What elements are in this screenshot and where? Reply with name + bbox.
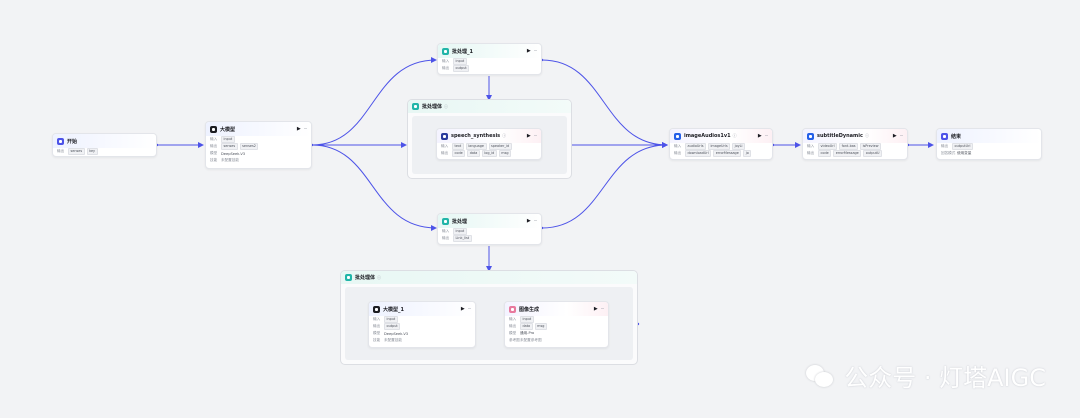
model-row: 模型 DeepSeek-V3 xyxy=(210,151,246,156)
batch-icon xyxy=(442,47,449,55)
node-title: speech_synthesis xyxy=(451,133,501,139)
output-row: 输出 senses senses2 xyxy=(206,143,311,150)
node-header: 大模型 ▶ ··· xyxy=(206,122,311,136)
run-icon[interactable]: ▶ xyxy=(461,306,465,312)
info-icon[interactable]: ⓘ xyxy=(865,133,869,139)
watermark: 公众号 · 灯塔AIGC xyxy=(806,358,1046,393)
node-speech-synthesis[interactable]: speech_synthesis ⓘ ▶ ··· 输入 text languag… xyxy=(436,128,542,160)
info-icon[interactable]: ⓘ xyxy=(733,133,737,139)
more-icon[interactable]: ··· xyxy=(534,48,538,54)
mode-row: 回答模式 使用变量 xyxy=(941,151,972,155)
node-header: imageAudios1v1 ⓘ ▶ ··· xyxy=(670,129,772,143)
start-icon xyxy=(57,137,64,145)
group-header: 批处理体 ⓘ xyxy=(408,100,571,113)
node-header: 图像生成 ▶ ··· xyxy=(505,302,608,316)
node-title: 结束 xyxy=(951,133,962,140)
skill-row: 技能 未配置技能 xyxy=(210,158,239,162)
run-icon[interactable]: ▶ xyxy=(527,133,531,139)
input-row: 输入 videoUrl font-bas isPreview xyxy=(803,143,907,150)
node-header: speech_synthesis ⓘ ▶ ··· xyxy=(437,129,541,143)
node-header: 大模型_1 ▶ ··· xyxy=(369,302,475,316)
batch-icon xyxy=(412,103,419,110)
node-header: 结束 xyxy=(937,129,1041,143)
node-header: 批处理 ▶ ··· xyxy=(438,214,541,228)
output-row: 输出 data msg xyxy=(505,323,608,330)
model-value: DeepSeek-V3 xyxy=(221,151,246,156)
node-title: 大模型 xyxy=(220,126,236,133)
node-title: 图像生成 xyxy=(519,306,540,313)
input-row: 输入 input xyxy=(438,228,541,235)
node-title: 批处理_1 xyxy=(452,48,473,55)
run-icon[interactable]: ▶ xyxy=(527,48,531,54)
group-title: 批处理体 xyxy=(422,104,443,110)
output-row: 输出 downloadUrl errorMessage jo xyxy=(670,150,772,157)
node-start[interactable]: 开始 输出 senses key xyxy=(52,133,157,157)
input-row: 输入 input xyxy=(369,316,475,323)
output-row: 输出 code data log_id msg xyxy=(437,150,541,157)
more-icon[interactable]: ··· xyxy=(900,133,904,139)
info-icon[interactable]: ⓘ xyxy=(502,133,506,139)
group-header: 批处理体 ⓘ xyxy=(341,271,637,284)
more-icon[interactable]: ··· xyxy=(765,133,769,139)
input-row: 输入 input xyxy=(505,316,608,323)
node-llm-1[interactable]: 大模型_1 ▶ ··· 输入 input 输出 output 模型 DeepSe… xyxy=(368,301,476,348)
watermark-text: 公众号 · 灯塔AIGC xyxy=(844,364,1046,392)
llm-icon xyxy=(373,305,380,313)
node-image-audios[interactable]: imageAudios1v1 ⓘ ▶ ··· 输入 audioUrls imag… xyxy=(669,128,773,160)
output-row: 输出 output xyxy=(369,323,475,330)
param-tag: senses xyxy=(68,148,85,155)
image-icon xyxy=(509,305,516,313)
node-header: subtitleDynamic ⓘ ▶ ··· xyxy=(803,129,907,143)
more-icon[interactable]: ··· xyxy=(601,306,605,312)
run-icon[interactable]: ▶ xyxy=(297,126,301,132)
more-icon[interactable]: ··· xyxy=(468,306,472,312)
node-title: 批处理 xyxy=(452,218,468,225)
input-row: 输入 audioUrls imageUrls joyLi xyxy=(670,143,772,150)
node-llm[interactable]: 大模型 ▶ ··· 输入 input 输出 senses senses2 模型 … xyxy=(205,121,312,169)
end-icon xyxy=(941,132,948,140)
batch-icon xyxy=(442,217,449,225)
run-icon[interactable]: ▶ xyxy=(527,218,531,224)
batch-icon xyxy=(345,274,352,281)
more-icon[interactable]: ··· xyxy=(534,218,538,224)
node-header: 批处理_1 ▶ ··· xyxy=(438,44,541,58)
input-row: 输入 input xyxy=(206,136,311,143)
node-batch-1[interactable]: 批处理_1 ▶ ··· 输入 input 输出 output xyxy=(437,43,542,75)
model-row: 模型 DeepSeek-V3 xyxy=(373,331,409,336)
input-row: 输入 input xyxy=(438,58,541,65)
output-row: 输出 Link_list xyxy=(438,235,541,242)
node-title: 大模型_1 xyxy=(383,306,404,313)
plugin-icon xyxy=(441,132,448,140)
run-icon[interactable]: ▶ xyxy=(893,133,897,139)
info-icon[interactable]: ⓘ xyxy=(377,275,381,281)
node-image-generation[interactable]: 图像生成 ▶ ··· 输入 input 输出 data msg 模型 通用-Pr… xyxy=(504,301,609,348)
node-title: imageAudios1v1 xyxy=(684,133,731,139)
output-row: 输出 outputUrl xyxy=(937,143,1041,150)
plugin-icon xyxy=(807,132,814,140)
run-icon[interactable]: ▶ xyxy=(758,133,762,139)
info-icon[interactable]: ⓘ xyxy=(444,104,448,110)
ref-row: 参考图 未配置参考图 xyxy=(509,338,542,342)
node-end[interactable]: 结束 输出 outputUrl 回答模式 使用变量 xyxy=(936,128,1042,160)
node-title: 开始 xyxy=(67,138,78,145)
workflow-canvas[interactable]: 批处理体 ⓘ 批处理体 ⓘ 开始 输出 senses key 大模型 ▶ ···… xyxy=(0,0,1080,418)
node-title: subtitleDynamic xyxy=(817,133,863,139)
output-row: 输出 senses key xyxy=(53,148,156,155)
node-subtitle-dynamic[interactable]: subtitleDynamic ⓘ ▶ ··· 输入 videoUrl font… xyxy=(802,128,908,160)
input-row: 输入 text language speaker_id xyxy=(437,143,541,150)
output-row: 输出 output xyxy=(438,65,541,72)
run-icon[interactable]: ▶ xyxy=(594,306,598,312)
wechat-logo-icon xyxy=(806,363,834,389)
llm-icon xyxy=(210,125,217,133)
model-row: 模型 通用-Pro xyxy=(509,331,535,335)
node-header: 开始 xyxy=(53,134,156,148)
plugin-icon xyxy=(674,132,681,140)
skill-row: 技能 未配置技能 xyxy=(373,338,402,342)
group-title: 批处理体 xyxy=(355,275,376,281)
more-icon[interactable]: ··· xyxy=(304,126,308,132)
output-row: 输出 code errorMessage outputU xyxy=(803,150,907,157)
param-tag: key xyxy=(86,148,98,155)
node-batch[interactable]: 批处理 ▶ ··· 输入 input 输出 Link_list xyxy=(437,213,542,245)
more-icon[interactable]: ··· xyxy=(534,133,538,139)
